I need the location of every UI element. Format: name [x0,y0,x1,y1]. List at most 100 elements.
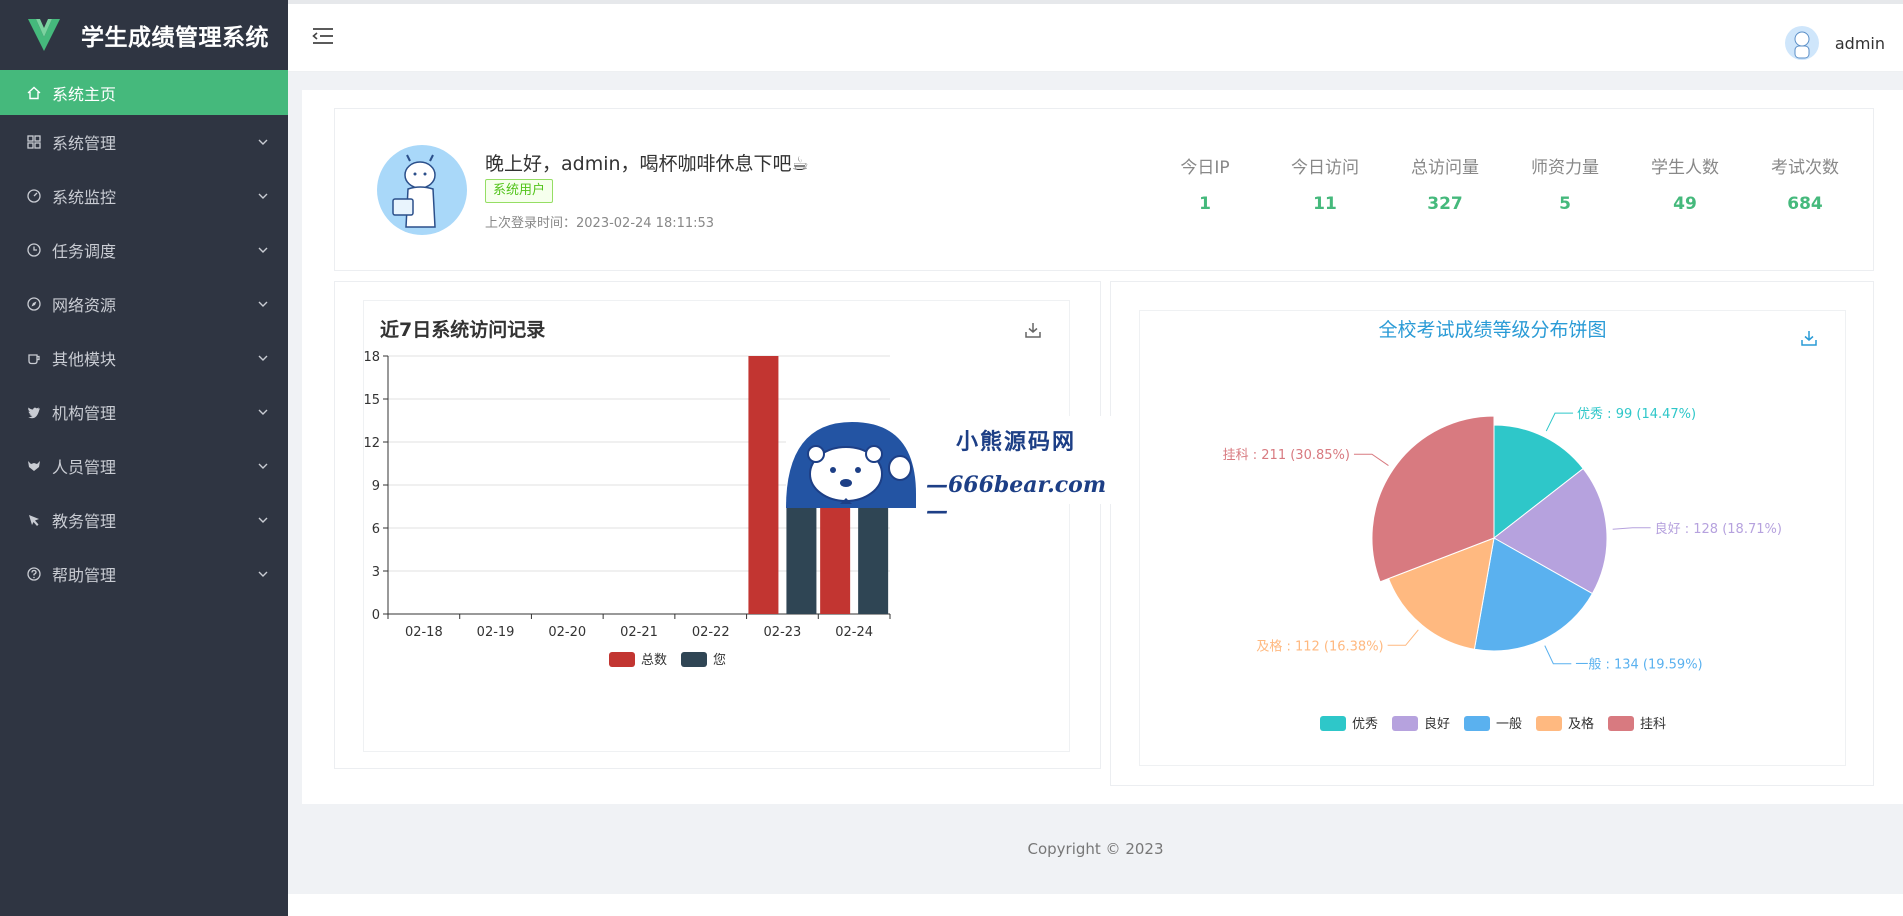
pie-label: 挂科 : 211 (30.85%) [1223,448,1350,463]
sidebar-item-label: 机构管理 [52,404,117,423]
sidebar-item-label: 系统主页 [52,84,117,104]
sidebar-item-home[interactable]: 系统主页 [0,70,288,115]
pie-label-line [1387,629,1419,646]
bar-您-02-24 [858,499,889,614]
chevron-down-icon [258,193,268,199]
last-login-time: 上次登录时间：2023-02-24 18:11:53 [485,216,715,231]
sidebar-item-label: 教务管理 [52,512,117,531]
sidebar-item-system[interactable]: 系统管理 [0,115,288,169]
footer: Copyright © 2023 [288,804,1903,894]
coffee-icon [26,350,42,366]
app-root: 学生成绩管理系统 系统主页 系统管理 系统监控 任务调度 网络资源 其他模块 机… [0,0,1903,916]
question-icon [26,566,42,582]
clock-icon [26,242,42,258]
sidebar-item-label: 系统监控 [52,188,117,207]
legend-label: 优秀 [1352,717,1378,732]
legend-swatch [1608,716,1634,731]
visit-chart-box: 近7日系统访问记录 0 3 6 9 12 15 18 02-18 02-19 02-20 02-21… [363,300,1070,752]
legend-label: 挂科 [1640,717,1666,732]
stat-today-visits: 今日访问 11 [1265,153,1385,214]
x-tick-label: 02-18 [405,625,443,640]
chevron-down-icon [258,139,268,145]
stat-value: 11 [1313,194,1337,214]
legend-swatch [609,652,635,667]
sidebar-item-schedule[interactable]: 任务调度 [0,223,288,277]
stat-label: 今日IP [1180,158,1230,178]
sidebar-item-help[interactable]: 帮助管理 [0,547,288,601]
chevron-down-icon [258,517,268,523]
brand[interactable]: 学生成绩管理系统 [0,0,288,70]
y-tick-label: 18 [364,350,380,365]
sidebar-menu: 系统主页 系统管理 系统监控 任务调度 网络资源 其他模块 机构管理 人员管理 … [0,70,288,601]
stat-label: 今日访问 [1291,158,1359,178]
chevron-down-icon [258,247,268,253]
x-tick-label: 02-19 [477,625,515,640]
stat-value: 684 [1787,194,1823,214]
pie-label-line [1353,453,1389,466]
chevron-down-icon [258,301,268,307]
greeting-text: 晚上好，admin，喝杯咖啡休息下吧☕ [485,153,809,175]
app-title: 学生成绩管理系统 [81,25,269,51]
sidebar-item-org[interactable]: 机构管理 [0,385,288,439]
user-avatar-large [377,145,467,235]
sidebar-item-other[interactable]: 其他模块 [0,331,288,385]
pie-label: 良好 : 128 (18.71%) [1655,521,1782,537]
x-tick-label: 02-22 [692,625,730,640]
legend-label: 总数 [641,653,667,668]
home-icon [26,85,42,101]
y-tick-label: 9 [372,479,380,494]
y-tick-label: 15 [364,393,380,408]
grade-chart-panel: 全校考试成绩等级分布饼图 优秀 : 99 (14.47%) 良好 : 128 (1… [1110,281,1874,786]
x-tick-label: 02-23 [764,625,802,640]
stat-value: 49 [1673,194,1697,214]
sidebar-item-label: 系统管理 [52,134,117,153]
stats-row: 今日IP 1 今日访问 11 总访问量 327 师资力量 5 学生人数 49 考… [1145,153,1865,214]
pie-label-line [1544,645,1572,665]
avatar [1784,26,1819,60]
pie-label: 一般 : 134 (19.59%) [1575,657,1702,673]
bar-总数-02-23 [748,356,779,614]
watermark: 小熊源码网 —666bear.com— [786,408,1112,524]
legend-label: 及格 [1568,716,1594,732]
y-tick-label: 6 [372,522,380,537]
x-tick-label: 02-20 [548,625,586,640]
legend-label: 一般 [1496,716,1522,732]
stat-teachers: 师资力量 5 [1505,153,1625,214]
welcome-card: 晚上好，admin，喝杯咖啡休息下吧☕ 系统用户 上次登录时间：2023-02-… [334,108,1874,271]
stat-total-visits: 总访问量 327 [1385,153,1505,214]
legend-swatch [1392,716,1418,731]
x-tick-label: 02-24 [835,625,873,640]
stat-label: 师资力量 [1531,158,1599,178]
username: admin [1834,33,1885,53]
legend-label: 您 [713,652,726,668]
stat-label: 总访问量 [1411,158,1479,178]
stat-value: 5 [1559,194,1571,214]
fox-icon [26,458,42,474]
y-tick-label: 0 [372,608,380,623]
sidebar-item-network[interactable]: 网络资源 [0,277,288,331]
menu-toggle-icon[interactable] [312,26,334,46]
legend-swatch [681,652,707,667]
sidebar-item-academic[interactable]: 教务管理 [0,493,288,547]
pie-label: 优秀 : 99 (14.47%) [1577,407,1696,422]
stat-value: 1 [1199,194,1211,214]
x-tick-label: 02-21 [620,625,658,640]
sidebar: 学生成绩管理系统 系统主页 系统管理 系统监控 任务调度 网络资源 其他模块 机… [0,0,288,916]
stat-today-ip: 今日IP 1 [1145,153,1265,214]
bottom-strip [288,894,1903,916]
pie-label-line [1545,412,1574,432]
dashboard-icon [26,188,42,204]
user-menu[interactable]: admin [1784,26,1885,60]
stat-label: 考试次数 [1771,158,1839,178]
watermark-url: —666bear.com— [926,472,1107,524]
chevron-down-icon [258,355,268,361]
copyright-text: Copyright © 2023 [1027,840,1164,858]
stat-label: 学生人数 [1651,158,1719,178]
sidebar-item-personnel[interactable]: 人员管理 [0,439,288,493]
sidebar-item-monitor[interactable]: 系统监控 [0,169,288,223]
sidebar-item-label: 帮助管理 [52,566,117,585]
y-tick-label: 12 [364,436,380,451]
legend-swatch [1536,716,1562,731]
chevron-down-icon [258,571,268,577]
sidebar-item-label: 人员管理 [52,458,117,477]
